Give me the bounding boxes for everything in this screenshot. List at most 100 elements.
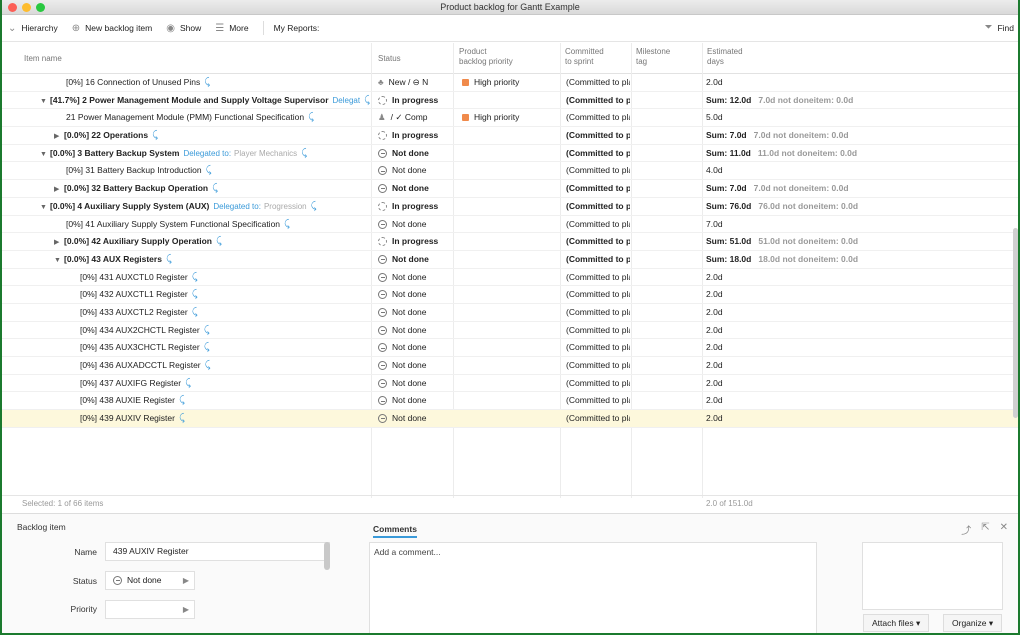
expanded-icon[interactable]: ▼ [40,146,50,163]
table-row[interactable]: ▶ [0.0%] 42 Auxiliary Supply Operation ⤹ In… [2,233,1018,251]
expanded-icon[interactable]: ▼ [40,199,50,216]
sprint-cell[interactable]: (Committed to pla [566,392,630,409]
priority-cell[interactable] [462,127,558,144]
estimate-cell[interactable]: 7.0d [706,216,1016,233]
attach-files-button[interactable]: Attach files ▾ [863,614,930,632]
estimate-cell[interactable]: 2.0d [706,392,1016,409]
priority-cell[interactable] [462,392,558,409]
estimate-cell[interactable]: Sum: 7.0d 7.0d not doneitem: 0.0d [706,127,1016,144]
priority-cell[interactable] [462,145,558,162]
sprint-cell[interactable]: (Committed to pla [566,180,630,197]
priority-cell[interactable]: High priority [462,109,558,126]
priority-cell[interactable] [462,304,558,321]
priority-cell[interactable] [462,269,558,286]
priority-cell[interactable] [462,375,558,392]
status-cell[interactable]: Not done [378,392,453,409]
col-milestone[interactable]: Milestone tag [636,47,670,67]
more-button[interactable]: ☰ More [215,23,248,34]
link-icon[interactable]: ⤹ [152,130,158,141]
link-icon[interactable]: ⤹ [204,342,210,353]
table-row[interactable]: [0%] 31 Battery Backup Introduction ⤹ Not … [2,162,1018,181]
link-icon[interactable]: ⤹ [364,95,370,106]
status-cell[interactable]: ♣ New / ⊖ N [378,74,453,91]
tab-comments[interactable]: Comments [373,524,417,538]
col-priority[interactable]: Product backlog priority [459,47,513,67]
link-icon[interactable]: ⤹ [179,413,185,424]
table-row[interactable]: [0%] 434 AUX2CHCTL Register ⤹ Not done (Com… [2,322,1018,340]
expanded-icon[interactable]: ▼ [54,252,64,269]
priority-cell[interactable] [462,198,558,215]
status-cell[interactable]: In progress [378,92,453,109]
priority-cell[interactable] [462,322,558,339]
status-cell[interactable]: Not done [378,357,453,374]
status-cell[interactable]: Not done [378,180,453,197]
status-cell[interactable]: In progress [378,233,453,250]
priority-cell[interactable] [462,410,558,427]
priority-cell[interactable] [462,357,558,374]
estimate-cell[interactable]: 2.0d [706,339,1016,356]
sprint-cell[interactable]: (Committed to pla [566,251,630,268]
table-row[interactable]: ▼ [41.7%] 2 Power Management Module and S… [2,92,1018,110]
show-button[interactable]: ◉ Show [166,23,201,34]
link-icon[interactable]: ⤹ [216,236,222,247]
table-row[interactable]: [0%] 435 AUX3CHCTL Register ⤹ Not done (Com… [2,339,1018,357]
close-window-button[interactable] [8,3,17,12]
estimate-cell[interactable]: 2.0d [706,269,1016,286]
estimate-cell[interactable]: 5.0d [706,109,1016,126]
estimate-cell[interactable]: 2.0d [706,304,1016,321]
estimate-cell[interactable]: 4.0d [706,162,1016,179]
link-icon[interactable]: ⤹ [166,254,172,265]
estimate-cell[interactable]: 2.0d [706,375,1016,392]
col-status[interactable]: Status [378,54,401,64]
priority-select[interactable]: ▶ [105,600,195,619]
status-cell[interactable]: Not done [378,162,453,179]
estimate-cell[interactable]: 2.0d [706,322,1016,339]
table-row[interactable]: [0%] 437 AUXIFG Register ⤹ Not done (Commit… [2,375,1018,393]
status-cell[interactable]: Not done [378,304,453,321]
priority-cell[interactable] [462,216,558,233]
sprint-cell[interactable]: (Committed to pla [566,410,630,427]
status-cell[interactable]: Not done [378,269,453,286]
my-reports-button[interactable]: My Reports: [274,23,320,33]
priority-cell[interactable] [462,286,558,303]
status-cell[interactable]: Not done [378,339,453,356]
maximize-window-button[interactable] [36,3,45,12]
estimate-cell[interactable]: 2.0d [706,74,1016,91]
link-icon[interactable]: ⤹ [185,378,191,389]
minimize-window-button[interactable] [22,3,31,12]
sprint-cell[interactable]: (Committed to pla [566,127,630,144]
link-icon[interactable]: ⤹ [311,201,317,212]
sprint-cell[interactable]: (Committed to pla [566,304,630,321]
estimate-cell[interactable]: Sum: 12.0d 7.0d not doneitem: 0.0d [706,92,1016,109]
table-row[interactable]: ▼ [0.0%] 3 Battery Backup System Delegated… [2,145,1018,163]
link-icon[interactable]: ⤹ [284,219,290,230]
sprint-cell[interactable]: (Committed to pla [566,357,630,374]
col-item-name[interactable]: Item name [24,54,62,64]
col-estimated[interactable]: Estimated days [707,47,743,67]
status-cell[interactable]: Not done [378,410,453,427]
link-icon[interactable]: ⤹ [204,325,210,336]
sprint-cell[interactable]: (Committed to pla [566,74,630,91]
status-cell[interactable]: Not done [378,216,453,233]
collapsed-icon[interactable]: ▶ [54,181,64,198]
estimate-cell[interactable]: Sum: 51.0d 51.0d not doneitem: 0.0d [706,233,1016,250]
collapsed-icon[interactable]: ▶ [54,128,64,145]
comment-input[interactable]: Add a comment... [369,542,817,633]
estimate-cell[interactable]: 2.0d [706,286,1016,303]
table-row[interactable]: [0%] 432 AUXCTL1 Register ⤹ Not done (Commi… [2,286,1018,304]
table-row[interactable]: [0%] 431 AUXCTL0 Register ⤹ Not done (Commi… [2,269,1018,287]
sprint-cell[interactable]: (Committed to pla [566,216,630,233]
link-icon[interactable]: ⤹ [212,183,218,194]
table-row[interactable]: [0%] 436 AUXADCCTL Register ⤹ Not done (Com… [2,357,1018,375]
status-cell[interactable]: Not done [378,375,453,392]
status-cell[interactable]: Not done [378,322,453,339]
link-icon[interactable]: ⤹ [205,360,211,371]
table-row[interactable]: ▼ [0.0%] 43 AUX Registers ⤹ Not done (Commit… [2,251,1018,269]
table-row[interactable]: ▶ [0.0%] 32 Battery Backup Operation ⤹ Not … [2,180,1018,198]
table-row[interactable]: ▶ [0.0%] 22 Operations ⤹ In progress (Commit… [2,127,1018,145]
collapsed-icon[interactable]: ▶ [54,234,64,251]
priority-cell[interactable] [462,162,558,179]
return-icon[interactable]: ⤴ [961,522,971,537]
new-backlog-item-button[interactable]: ⊕ New backlog item [72,23,152,34]
name-scrollbar[interactable] [324,542,330,570]
